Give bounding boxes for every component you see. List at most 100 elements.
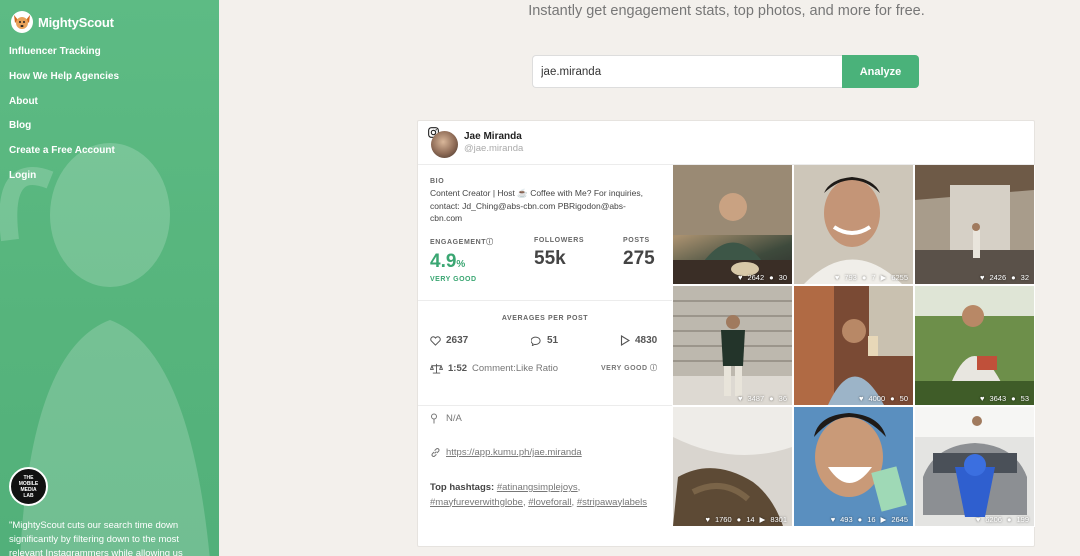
play-icon: ▶	[880, 515, 887, 524]
nav-how-we-help-agencies[interactable]: How We Help Agencies	[9, 70, 119, 95]
photo-tile[interactable]: ♥ 2426 ● 32	[915, 165, 1034, 284]
hashtag-link[interactable]: #loveforall	[528, 497, 571, 508]
link-icon	[431, 448, 440, 457]
hashtags-label: Top hashtags:	[430, 482, 495, 493]
comment-icon: ●	[890, 394, 895, 403]
engagement-label: ENGAGEMENTⓘ	[430, 239, 494, 246]
profile-stats-panel: BIO Content Creator | Host ☕ Coffee with…	[418, 165, 672, 547]
avg-views: 4830	[620, 335, 657, 346]
photo-tile[interactable]: ♥ 493 ● 16 ▶ 2645	[794, 407, 913, 526]
bio-section: BIO Content Creator | Host ☕ Coffee with…	[430, 178, 655, 225]
photo-stats: ♥ 793 ● 7 ▶ 6255	[834, 273, 908, 282]
nav-create-account[interactable]: Create a Free Account	[9, 144, 119, 169]
brand-name: MightyScout	[38, 14, 114, 30]
dog-mascot-icon	[11, 11, 33, 33]
avg-comments: 51	[531, 335, 558, 346]
heart-icon: ♥	[737, 273, 743, 282]
photo-stats: ♥ 1760 ● 14 ▶ 8301	[705, 515, 787, 524]
brand-logo[interactable]: MightyScout	[10, 10, 114, 34]
analyze-button[interactable]: Analyze	[842, 55, 919, 88]
location-pin-icon	[431, 413, 437, 424]
heart-icon: ♥	[979, 394, 985, 403]
info-icon[interactable]: ⓘ	[650, 365, 658, 372]
posts-value: 275	[623, 248, 655, 269]
photo-content	[915, 165, 1034, 284]
engagement-unit: %	[456, 259, 466, 270]
heart-icon: ♥	[858, 394, 864, 403]
photo-tile[interactable]: ♥ 793 ● 7 ▶ 6255	[794, 165, 913, 284]
photo-tile[interactable]: ♥ 2642 ● 30	[673, 165, 792, 284]
nav-about[interactable]: About	[9, 95, 119, 120]
info-icon[interactable]: ⓘ	[486, 239, 494, 246]
followers-stat: FOLLOWERS 55k	[534, 237, 584, 270]
scale-icon	[430, 363, 443, 374]
top-photos-grid: ♥2642●30 ♥793●7▶6255 ♥2426●32	[673, 165, 1035, 527]
photo-content	[673, 165, 792, 284]
profile-card: Jae Miranda @jae.miranda BIO Content Cre…	[417, 120, 1035, 547]
comment-icon: ●	[1011, 273, 1016, 282]
hashtag-link[interactable]: #atinangsimplejoys	[497, 482, 578, 493]
photo-stats: ♥ 3643 ● 53	[979, 394, 1029, 403]
comment-icon: ●	[769, 394, 774, 403]
heart-icon: ♥	[834, 273, 840, 282]
location-value: N/A	[446, 413, 462, 424]
comment-icon: ●	[857, 515, 863, 524]
top-hashtags: Top hashtags: #atinangsimplejoys, #mayfu…	[430, 482, 648, 508]
profile-link[interactable]: https://app.kumu.ph/jae.miranda	[430, 447, 582, 458]
play-icon	[620, 335, 630, 346]
engagement-stat: ENGAGEMENTⓘ 4.9% VERY GOOD	[430, 237, 494, 283]
avg-comments-value: 51	[547, 335, 559, 346]
avg-likes: 2637	[430, 335, 468, 346]
heart-icon	[430, 335, 441, 346]
photo-tile[interactable]: ♥ 6206 ● 199	[915, 407, 1034, 526]
hashtag-link[interactable]: #mayfureverwithglobe	[430, 497, 523, 508]
photo-tile[interactable]: ♥ 3643 ● 53	[915, 286, 1034, 405]
comment-like-ratio: 1:52 Comment:Like Ratio	[430, 363, 558, 374]
ratio-value: 1:52	[448, 363, 468, 374]
engagement-value: 4.9%	[430, 251, 466, 272]
profile-link-url[interactable]: https://app.kumu.ph/jae.miranda	[446, 447, 582, 458]
divider	[418, 405, 672, 406]
nav-blog[interactable]: Blog	[9, 119, 119, 144]
photo-stats: ♥ 2642 ● 30	[737, 273, 787, 282]
heart-icon: ♥	[979, 273, 985, 282]
avatar[interactable]	[431, 131, 458, 158]
photo-content	[673, 407, 792, 526]
photo-stats: ♥ 4000 ● 50	[858, 394, 908, 403]
photo-content	[794, 407, 913, 526]
photo-content	[794, 165, 913, 284]
photo-stats: ♥ 6206 ● 199	[975, 515, 1029, 524]
ratio-grade: VERY GOOD ⓘ	[601, 365, 658, 372]
search-bar: Analyze	[532, 55, 919, 88]
heart-icon: ♥	[705, 515, 710, 524]
photo-content	[673, 286, 792, 405]
avg-likes-value: 2637	[446, 335, 469, 346]
nav-influencer-tracking[interactable]: Influencer Tracking	[9, 45, 119, 70]
comment-icon	[531, 336, 541, 346]
heart-icon: ♥	[830, 515, 836, 524]
photo-stats: ♥ 493 ● 16 ▶ 2645	[830, 515, 908, 524]
username-search-input[interactable]	[532, 55, 842, 88]
photo-tile[interactable]: ♥ 1760 ● 14 ▶ 8301	[673, 407, 792, 526]
mobile-media-lab-logo: THE MOBILE MEDIA LAB	[9, 467, 48, 506]
nav-login[interactable]: Login	[9, 169, 119, 194]
engagement-grade: VERY GOOD	[430, 276, 477, 283]
photo-stats: ♥ 2426 ● 32	[979, 273, 1029, 282]
badge-line: LAB	[23, 492, 34, 499]
comment-icon: ●	[861, 273, 867, 282]
location: N/A	[430, 413, 462, 424]
page-tagline: Instantly get engagement stats, top phot…	[528, 3, 925, 19]
photo-tile[interactable]: ♥ 4000 ● 50	[794, 286, 913, 405]
posts-label: POSTS	[623, 237, 650, 244]
photo-tile[interactable]: ♥ 3487 ● 36	[673, 286, 792, 405]
averages-title: AVERAGES PER POST	[501, 315, 589, 322]
comment-icon: ●	[1011, 394, 1016, 403]
profile-handle[interactable]: @jae.miranda	[464, 143, 523, 154]
hashtag-link[interactable]: #stripawaylabels	[577, 497, 647, 508]
photo-content	[915, 407, 1034, 526]
ratio-label: Comment:Like Ratio	[472, 363, 559, 374]
profile-name: Jae Miranda	[464, 131, 522, 142]
divider	[418, 300, 672, 301]
photo-stats: ♥ 3487 ● 36	[737, 394, 787, 403]
profile-header: Jae Miranda @jae.miranda	[418, 121, 1034, 165]
